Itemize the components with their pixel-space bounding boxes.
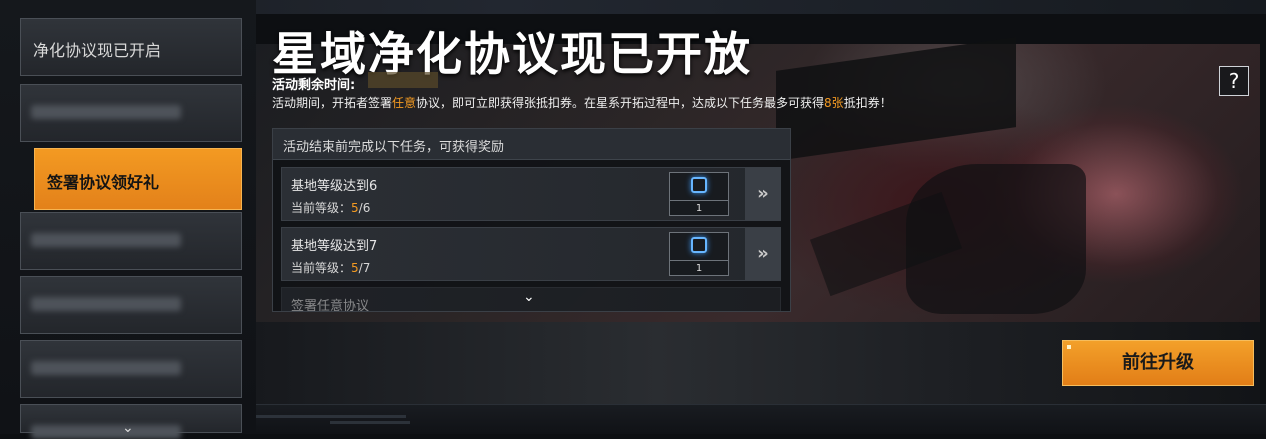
sidebar-item-sign-protocol-gift[interactable]: 签署协议领好礼 [34, 148, 242, 210]
task-name: 签署任意协议 [291, 299, 370, 312]
task-row: 基地等级达到7 当前等级：5/7 1 » [281, 227, 781, 281]
task-name: 基地等级达到7 [291, 239, 378, 254]
task-panel-header: 活动结束前完成以下任务，可获得奖励 [273, 129, 790, 160]
go-upgrade-button[interactable]: 前往升级 [1062, 340, 1254, 386]
sidebar-item-blurred[interactable] [20, 340, 242, 398]
task-progress: 当前等级：5/6 [291, 201, 371, 215]
sidebar-item-blurred[interactable] [20, 212, 242, 270]
reward-slot[interactable]: 1 [669, 172, 729, 216]
event-sidebar: 净化协议现已开启 签署协议领好礼 ⌄ [0, 0, 256, 436]
reward-count: 1 [670, 200, 728, 216]
task-progress: 当前等级：5/7 [291, 261, 371, 275]
remaining-time-label: 活动剩余时间: [272, 78, 356, 93]
sidebar-item-blurred[interactable] [20, 84, 242, 142]
voucher-icon [691, 237, 707, 253]
chevron-down-icon[interactable]: ⌄ [523, 289, 535, 305]
remaining-time-value [368, 72, 438, 88]
sidebar-item-blurred[interactable] [20, 276, 242, 334]
reward-count: 1 [670, 260, 728, 276]
sidebar-item-label: 净化协议现已开启 [33, 41, 162, 60]
double-chevron-right-icon[interactable]: » [745, 168, 781, 220]
reward-slot[interactable]: 1 [669, 232, 729, 276]
task-panel: 活动结束前完成以下任务，可获得奖励 基地等级达到6 当前等级：5/6 1 » 基… [272, 128, 791, 312]
help-button[interactable]: ? [1219, 66, 1249, 96]
task-panel-heading: 活动结束前完成以下任务，可获得奖励 [283, 140, 505, 155]
chevron-down-icon[interactable]: ⌄ [122, 420, 134, 436]
sidebar-item-purification-open[interactable]: 净化协议现已开启 [20, 18, 242, 76]
voucher-icon [691, 177, 707, 193]
event-description: 活动期间，开拓者签署任意协议，即可立即获得张抵扣券。在星系开拓过程中，达成以下任… [272, 96, 892, 110]
double-chevron-right-icon[interactable]: » [745, 228, 781, 280]
sidebar-item-label: 签署协议领好礼 [47, 173, 160, 192]
task-row: 基地等级达到6 当前等级：5/6 1 » [281, 167, 781, 221]
task-name: 基地等级达到6 [291, 179, 378, 194]
